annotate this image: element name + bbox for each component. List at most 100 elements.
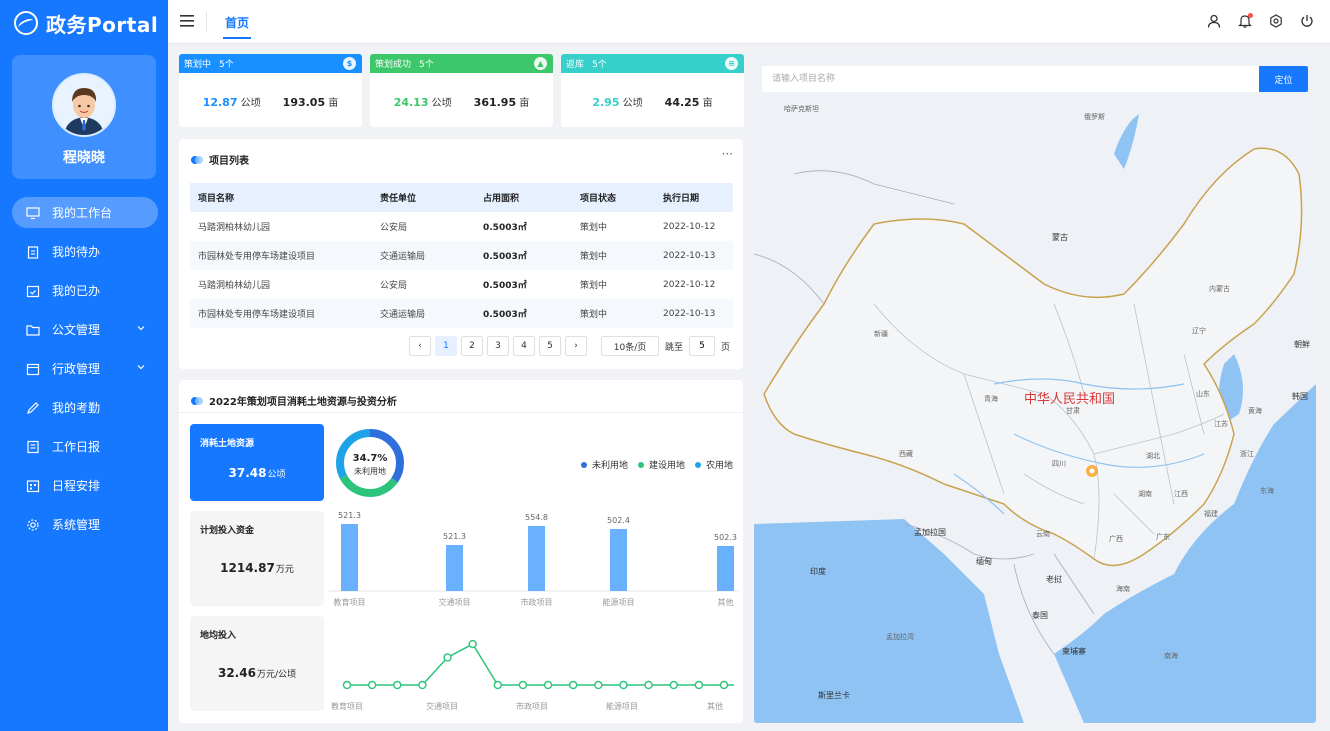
next-page-button[interactable]: › [565, 336, 587, 356]
line-point[interactable] [468, 639, 477, 649]
map-place-label: 山东 [1196, 390, 1210, 398]
bar[interactable] [341, 524, 358, 591]
sidebar-item-1[interactable]: 我的待办 [12, 236, 158, 267]
title-dot-icon [191, 396, 203, 405]
table-cell: 马踏洞柏林幼儿园 [198, 223, 271, 233]
map-place-label: 泰国 [1032, 611, 1048, 620]
stat-values: 12.87 公顷 193.05 亩 [202, 96, 339, 109]
line-point[interactable] [367, 680, 377, 690]
sidebar-item-label: 系统管理 [52, 518, 101, 532]
metric-planned-investment: 计划投入资金 1214.87万元 [190, 511, 324, 606]
line-point[interactable] [342, 680, 352, 690]
line-point[interactable] [644, 680, 653, 690]
map-search-input[interactable] [762, 66, 1259, 92]
table-row[interactable]: 马踏洞柏林幼儿园 公安局 0.5003㎡ 策划中 2022-10-12 [190, 212, 733, 241]
page-button-2[interactable]: 2 [461, 336, 483, 356]
sidebar-item-4[interactable]: 行政管理 [12, 353, 158, 384]
table-cell: 公安局 [380, 281, 408, 291]
page-button-1[interactable]: 1 [435, 336, 457, 356]
map-place-label: 南海 [1164, 652, 1178, 660]
legend-item[interactable]: 农用地 [694, 458, 733, 471]
username: 程晓晓 [63, 150, 105, 166]
sidebar-item-label: 公文管理 [52, 323, 101, 337]
user-icon[interactable] [1207, 14, 1221, 28]
line-point[interactable] [568, 680, 578, 690]
tab-home[interactable]: 首页 [222, 14, 252, 39]
bar[interactable] [528, 526, 545, 591]
menu-toggle-icon[interactable] [180, 14, 194, 28]
table-cell: 马踏洞柏林幼儿园 [198, 281, 271, 291]
map-place-label: 湖北 [1146, 452, 1160, 460]
line-point[interactable] [594, 680, 603, 690]
jump-page-input[interactable] [689, 336, 716, 356]
sidebar-item-6[interactable]: 工作日报 [12, 431, 158, 462]
line-point[interactable] [669, 680, 678, 690]
x-tick-label: 能源项目 [603, 597, 635, 607]
calendar-icon [26, 362, 40, 376]
table-cell: 策划中 [572, 241, 655, 270]
table-cell: 2022-10-13 [655, 241, 733, 270]
sidebar-item-7[interactable]: 日程安排 [12, 470, 158, 501]
page-size-select[interactable]: 10条/页 [601, 336, 659, 356]
sidebar-item-5[interactable]: 我的考勤 [12, 392, 158, 423]
project-table: 项目名称 责任单位 占用面积 项目状态 执行日期 马踏洞柏林幼儿园 公安局 0.5003㎡策… [190, 183, 733, 328]
sidebar-item-0[interactable]: 我的工作台 [12, 197, 158, 228]
panel-title-analysis: 2022年策划项目消耗土地资源与投资分析 [191, 393, 397, 408]
line-point[interactable] [694, 680, 704, 690]
sidebar-item-3[interactable]: 公文管理 [12, 314, 158, 345]
project-list-panel: 项目列表 ··· 项目名称 责任单位 占用面积 项目状态 执行日期 马踏洞柏林幼儿园 公安… [179, 139, 743, 369]
header-divider [206, 12, 207, 32]
bar[interactable] [446, 545, 463, 591]
bar-value-label: 521.3 [338, 511, 361, 520]
x-tick-label: 教育项目 [331, 701, 363, 711]
line-point[interactable] [418, 680, 427, 690]
avatar[interactable] [52, 73, 116, 137]
line-point[interactable] [619, 680, 628, 690]
x-tick-label: 教育项目 [334, 597, 366, 607]
table-row[interactable]: 市园林处专用停车场建设项目 交通运输局 0.5003㎡ 策划中 2022-10-13 [190, 299, 733, 328]
line-point[interactable] [493, 680, 503, 690]
bar[interactable] [717, 546, 734, 591]
sidebar-item-2[interactable]: 我的已办 [12, 275, 158, 306]
table-cell: 交通运输局 [372, 241, 475, 270]
line-point[interactable] [518, 680, 528, 690]
locate-button[interactable]: 定位 [1259, 66, 1308, 92]
column-header[interactable]: 执行日期 [655, 183, 733, 212]
page-button-3[interactable]: 3 [487, 336, 509, 356]
page-button-4[interactable]: 4 [513, 336, 535, 356]
power-icon[interactable] [1300, 14, 1314, 28]
stat-card-0[interactable]: 策划中 5个 $ 12.87 公顷 193.05 亩 [179, 54, 362, 127]
bell-icon[interactable] [1238, 13, 1253, 28]
map-place-label: 孟加拉国 [914, 528, 946, 537]
column-header[interactable]: 项目状态 [572, 183, 655, 212]
sidebar-item-8[interactable]: 系统管理 [12, 509, 158, 540]
bar[interactable] [610, 529, 627, 591]
stat-card-header: 策划中 5个 $ [179, 54, 362, 73]
column-header[interactable]: 占用面积 [475, 183, 572, 212]
line-point[interactable] [719, 680, 729, 690]
legend-item[interactable]: 建设用地 [637, 458, 685, 471]
map-panel[interactable]: 蒙古 新疆 甘肃 青海 西藏 四川 云南 孟加拉国 缅甸 老挝 印度 泰国 柬埔寨 斯里兰卡 孟加拉湾 内蒙古… [754, 54, 1316, 723]
more-icon[interactable]: ··· [722, 147, 733, 161]
app-title: 政务Portal [46, 12, 159, 37]
settings-icon[interactable] [1269, 14, 1283, 28]
sidebar-item-label: 工作日报 [52, 440, 101, 454]
stat-card-2[interactable]: 返库 5个 ≡ 2.95 公顷 44.25 亩 [561, 54, 744, 127]
line-point[interactable] [393, 680, 402, 690]
x-tick-label: 市政项目 [521, 597, 553, 607]
clipboard-icon [26, 245, 40, 259]
stat-values: 2.95 公顷 44.25 亩 [592, 96, 713, 109]
column-header[interactable]: 项目名称 [190, 183, 372, 212]
column-header[interactable]: 责任单位 [372, 183, 475, 212]
x-tick-label: 其他 [718, 597, 734, 607]
map-place-label: 朝鲜 [1294, 340, 1310, 349]
stat-card-1[interactable]: 策划成功 5个 ▲ 24.13 公顷 361.95 亩 [370, 54, 553, 127]
line-point[interactable] [543, 680, 553, 690]
schedule-icon [26, 479, 40, 493]
prev-page-button[interactable]: ‹ [409, 336, 431, 356]
line-point[interactable] [443, 653, 452, 662]
table-row[interactable]: 马踏洞柏林幼儿园 公安局 0.5003㎡ 策划中 2022-10-12 [190, 270, 733, 299]
legend-item[interactable]: 未利用地 [580, 458, 628, 471]
page-button-5[interactable]: 5 [539, 336, 561, 356]
table-row[interactable]: 市园林处专用停车场建设项目 交通运输局 0.5003㎡ 策划中 2022-10-13 [190, 241, 733, 270]
